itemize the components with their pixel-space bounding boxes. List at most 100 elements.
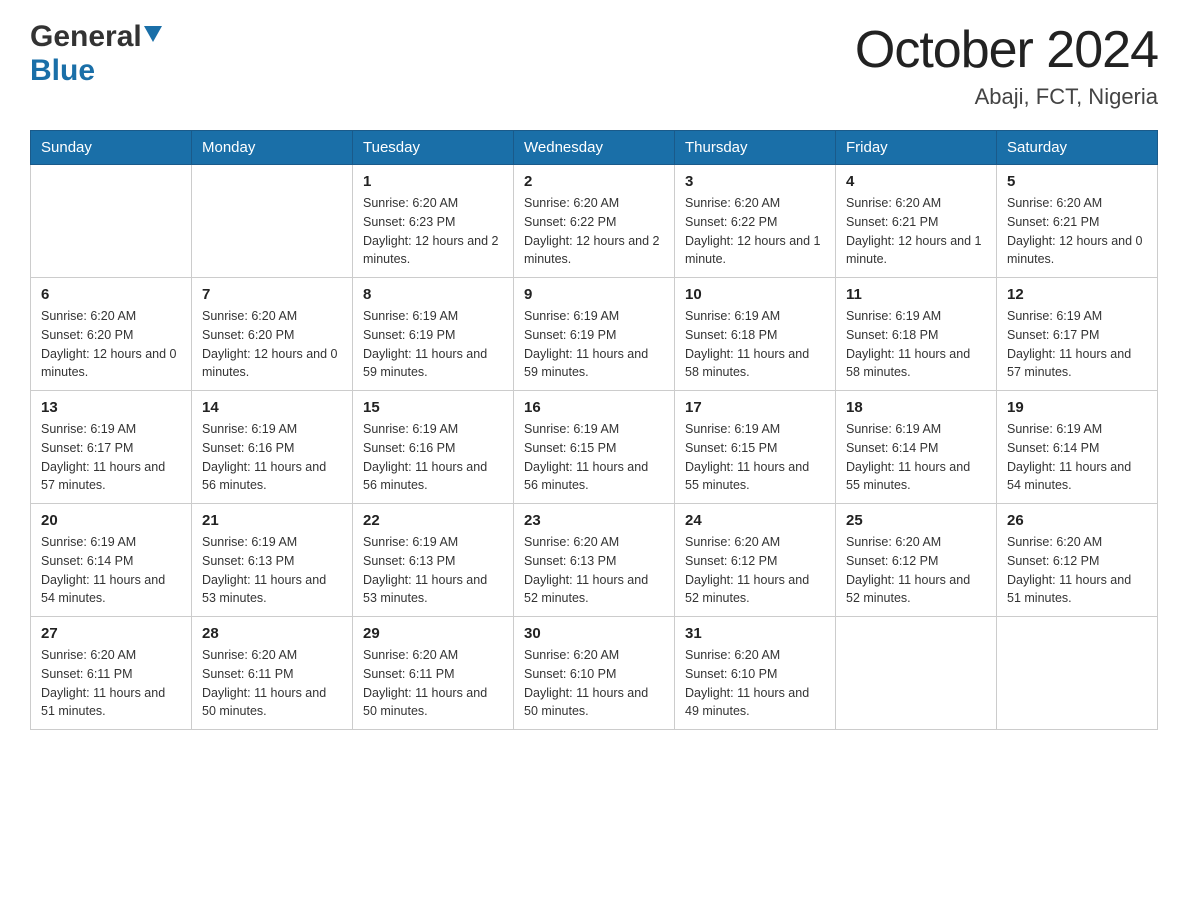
day-number: 13 <box>41 399 181 416</box>
day-info: Sunrise: 6:20 AMSunset: 6:11 PMDaylight:… <box>363 646 503 721</box>
day-number: 7 <box>202 286 342 303</box>
calendar-cell: 6 Sunrise: 6:20 AMSunset: 6:20 PMDaylight… <box>31 278 192 391</box>
calendar-header-row: SundayMondayTuesdayWednesdayThursdayFrid… <box>31 131 1158 165</box>
day-number: 12 <box>1007 286 1147 303</box>
calendar-cell: 2 Sunrise: 6:20 AMSunset: 6:22 PMDaylight… <box>514 165 675 278</box>
calendar-cell: 7Sunrise: 6:20 AMSunset: 6:20 PMDaylight… <box>192 278 353 391</box>
calendar-cell: 12 Sunrise: 6:19 AMSunset: 6:17 PMDayligh… <box>997 278 1158 391</box>
day-number: 3 <box>685 173 825 190</box>
day-info: Sunrise: 6:20 AMSunset: 6:22 PMDaylight:… <box>685 194 825 269</box>
day-info: Sunrise: 6:20 AMSunset: 6:21 PMDaylight:… <box>846 194 986 269</box>
day-number: 8 <box>363 286 503 303</box>
day-info: Sunrise: 6:20 AMSunset: 6:11 PMDaylight:… <box>202 646 342 721</box>
calendar-dow-wednesday: Wednesday <box>514 131 675 165</box>
day-info: Sunrise: 6:19 AMSunset: 6:13 PMDaylight:… <box>202 533 342 608</box>
calendar-cell: 17 Sunrise: 6:19 AMSunset: 6:15 PMDayligh… <box>675 391 836 504</box>
calendar-cell: 10 Sunrise: 6:19 AMSunset: 6:18 PMDayligh… <box>675 278 836 391</box>
calendar-cell: 26 Sunrise: 6:20 AMSunset: 6:12 PMDayligh… <box>997 504 1158 617</box>
day-info: Sunrise: 6:19 AMSunset: 6:18 PMDaylight:… <box>685 307 825 382</box>
day-number: 6 <box>41 286 181 303</box>
calendar-cell: 8 Sunrise: 6:19 AMSunset: 6:19 PMDaylight… <box>353 278 514 391</box>
calendar-week-1: 6 Sunrise: 6:20 AMSunset: 6:20 PMDaylight… <box>31 278 1158 391</box>
day-number: 26 <box>1007 512 1147 529</box>
calendar-cell: 29 Sunrise: 6:20 AMSunset: 6:11 PMDayligh… <box>353 617 514 730</box>
day-number: 16 <box>524 399 664 416</box>
logo-triangle-icon <box>144 26 162 44</box>
day-number: 31 <box>685 625 825 642</box>
day-number: 21 <box>202 512 342 529</box>
day-info: Sunrise: 6:19 AMSunset: 6:16 PMDaylight:… <box>202 420 342 495</box>
day-number: 19 <box>1007 399 1147 416</box>
day-info: Sunrise: 6:20 AMSunset: 6:22 PMDaylight:… <box>524 194 664 269</box>
day-number: 17 <box>685 399 825 416</box>
day-number: 25 <box>846 512 986 529</box>
day-number: 18 <box>846 399 986 416</box>
day-number: 2 <box>524 173 664 190</box>
day-number: 14 <box>202 399 342 416</box>
calendar-dow-thursday: Thursday <box>675 131 836 165</box>
calendar-week-4: 27 Sunrise: 6:20 AMSunset: 6:11 PMDayligh… <box>31 617 1158 730</box>
calendar-week-0: 1Sunrise: 6:20 AMSunset: 6:23 PMDaylight… <box>31 165 1158 278</box>
calendar-cell: 31 Sunrise: 6:20 AMSunset: 6:10 PMDayligh… <box>675 617 836 730</box>
day-info: Sunrise: 6:20 AMSunset: 6:21 PMDaylight:… <box>1007 194 1147 269</box>
calendar-cell: 23Sunrise: 6:20 AMSunset: 6:13 PMDayligh… <box>514 504 675 617</box>
day-number: 27 <box>41 625 181 642</box>
month-title: October 2024 <box>855 20 1158 80</box>
day-info: Sunrise: 6:19 AMSunset: 6:15 PMDaylight:… <box>524 420 664 495</box>
calendar-dow-tuesday: Tuesday <box>353 131 514 165</box>
calendar-cell: 20Sunrise: 6:19 AMSunset: 6:14 PMDayligh… <box>31 504 192 617</box>
calendar-cell <box>997 617 1158 730</box>
calendar-cell: 16 Sunrise: 6:19 AMSunset: 6:15 PMDayligh… <box>514 391 675 504</box>
calendar-cell: 9Sunrise: 6:19 AMSunset: 6:19 PMDaylight… <box>514 278 675 391</box>
calendar-cell: 28 Sunrise: 6:20 AMSunset: 6:11 PMDayligh… <box>192 617 353 730</box>
calendar-cell <box>31 165 192 278</box>
calendar-table: SundayMondayTuesdayWednesdayThursdayFrid… <box>30 130 1158 730</box>
location: Abaji, FCT, Nigeria <box>855 84 1158 110</box>
day-info: Sunrise: 6:19 AMSunset: 6:19 PMDaylight:… <box>363 307 503 382</box>
day-info: Sunrise: 6:19 AMSunset: 6:17 PMDaylight:… <box>1007 307 1147 382</box>
logo-blue: Blue <box>30 54 95 87</box>
calendar-cell: 11 Sunrise: 6:19 AMSunset: 6:18 PMDayligh… <box>836 278 997 391</box>
day-number: 24 <box>685 512 825 529</box>
day-number: 29 <box>363 625 503 642</box>
calendar-cell: 21 Sunrise: 6:19 AMSunset: 6:13 PMDayligh… <box>192 504 353 617</box>
day-info: Sunrise: 6:19 AMSunset: 6:16 PMDaylight:… <box>363 420 503 495</box>
day-info: Sunrise: 6:19 AMSunset: 6:18 PMDaylight:… <box>846 307 986 382</box>
calendar-cell: 15 Sunrise: 6:19 AMSunset: 6:16 PMDayligh… <box>353 391 514 504</box>
page-header: General Blue October 2024 Abaji, FCT, Ni… <box>30 20 1158 110</box>
day-info: Sunrise: 6:20 AMSunset: 6:12 PMDaylight:… <box>685 533 825 608</box>
calendar-cell: 3 Sunrise: 6:20 AMSunset: 6:22 PMDaylight… <box>675 165 836 278</box>
day-info: Sunrise: 6:20 AMSunset: 6:11 PMDaylight:… <box>41 646 181 721</box>
calendar-cell: 30 Sunrise: 6:20 AMSunset: 6:10 PMDayligh… <box>514 617 675 730</box>
calendar-cell: 24 Sunrise: 6:20 AMSunset: 6:12 PMDayligh… <box>675 504 836 617</box>
day-number: 10 <box>685 286 825 303</box>
calendar-cell: 5Sunrise: 6:20 AMSunset: 6:21 PMDaylight… <box>997 165 1158 278</box>
day-number: 11 <box>846 286 986 303</box>
day-info: Sunrise: 6:20 AMSunset: 6:20 PMDaylight:… <box>41 307 181 382</box>
day-info: Sunrise: 6:20 AMSunset: 6:23 PMDaylight:… <box>363 194 503 269</box>
day-info: Sunrise: 6:19 AMSunset: 6:14 PMDaylight:… <box>1007 420 1147 495</box>
calendar-cell: 25Sunrise: 6:20 AMSunset: 6:12 PMDayligh… <box>836 504 997 617</box>
calendar-cell: 22 Sunrise: 6:19 AMSunset: 6:13 PMDayligh… <box>353 504 514 617</box>
calendar-cell: 19 Sunrise: 6:19 AMSunset: 6:14 PMDayligh… <box>997 391 1158 504</box>
calendar-cell: 1Sunrise: 6:20 AMSunset: 6:23 PMDaylight… <box>353 165 514 278</box>
calendar-cell <box>836 617 997 730</box>
day-info: Sunrise: 6:19 AMSunset: 6:13 PMDaylight:… <box>363 533 503 608</box>
day-number: 9 <box>524 286 664 303</box>
calendar-cell: 4 Sunrise: 6:20 AMSunset: 6:21 PMDaylight… <box>836 165 997 278</box>
day-number: 28 <box>202 625 342 642</box>
logo: General Blue <box>30 20 162 88</box>
day-number: 4 <box>846 173 986 190</box>
day-number: 22 <box>363 512 503 529</box>
calendar-cell: 27 Sunrise: 6:20 AMSunset: 6:11 PMDayligh… <box>31 617 192 730</box>
day-number: 30 <box>524 625 664 642</box>
day-info: Sunrise: 6:20 AMSunset: 6:10 PMDaylight:… <box>685 646 825 721</box>
calendar-cell: 18 Sunrise: 6:19 AMSunset: 6:14 PMDayligh… <box>836 391 997 504</box>
day-info: Sunrise: 6:19 AMSunset: 6:14 PMDaylight:… <box>846 420 986 495</box>
day-info: Sunrise: 6:20 AMSunset: 6:10 PMDaylight:… <box>524 646 664 721</box>
day-info: Sunrise: 6:20 AMSunset: 6:12 PMDaylight:… <box>1007 533 1147 608</box>
day-info: Sunrise: 6:19 AMSunset: 6:14 PMDaylight:… <box>41 533 181 608</box>
day-number: 15 <box>363 399 503 416</box>
day-info: Sunrise: 6:19 AMSunset: 6:17 PMDaylight:… <box>41 420 181 495</box>
day-info: Sunrise: 6:19 AMSunset: 6:15 PMDaylight:… <box>685 420 825 495</box>
